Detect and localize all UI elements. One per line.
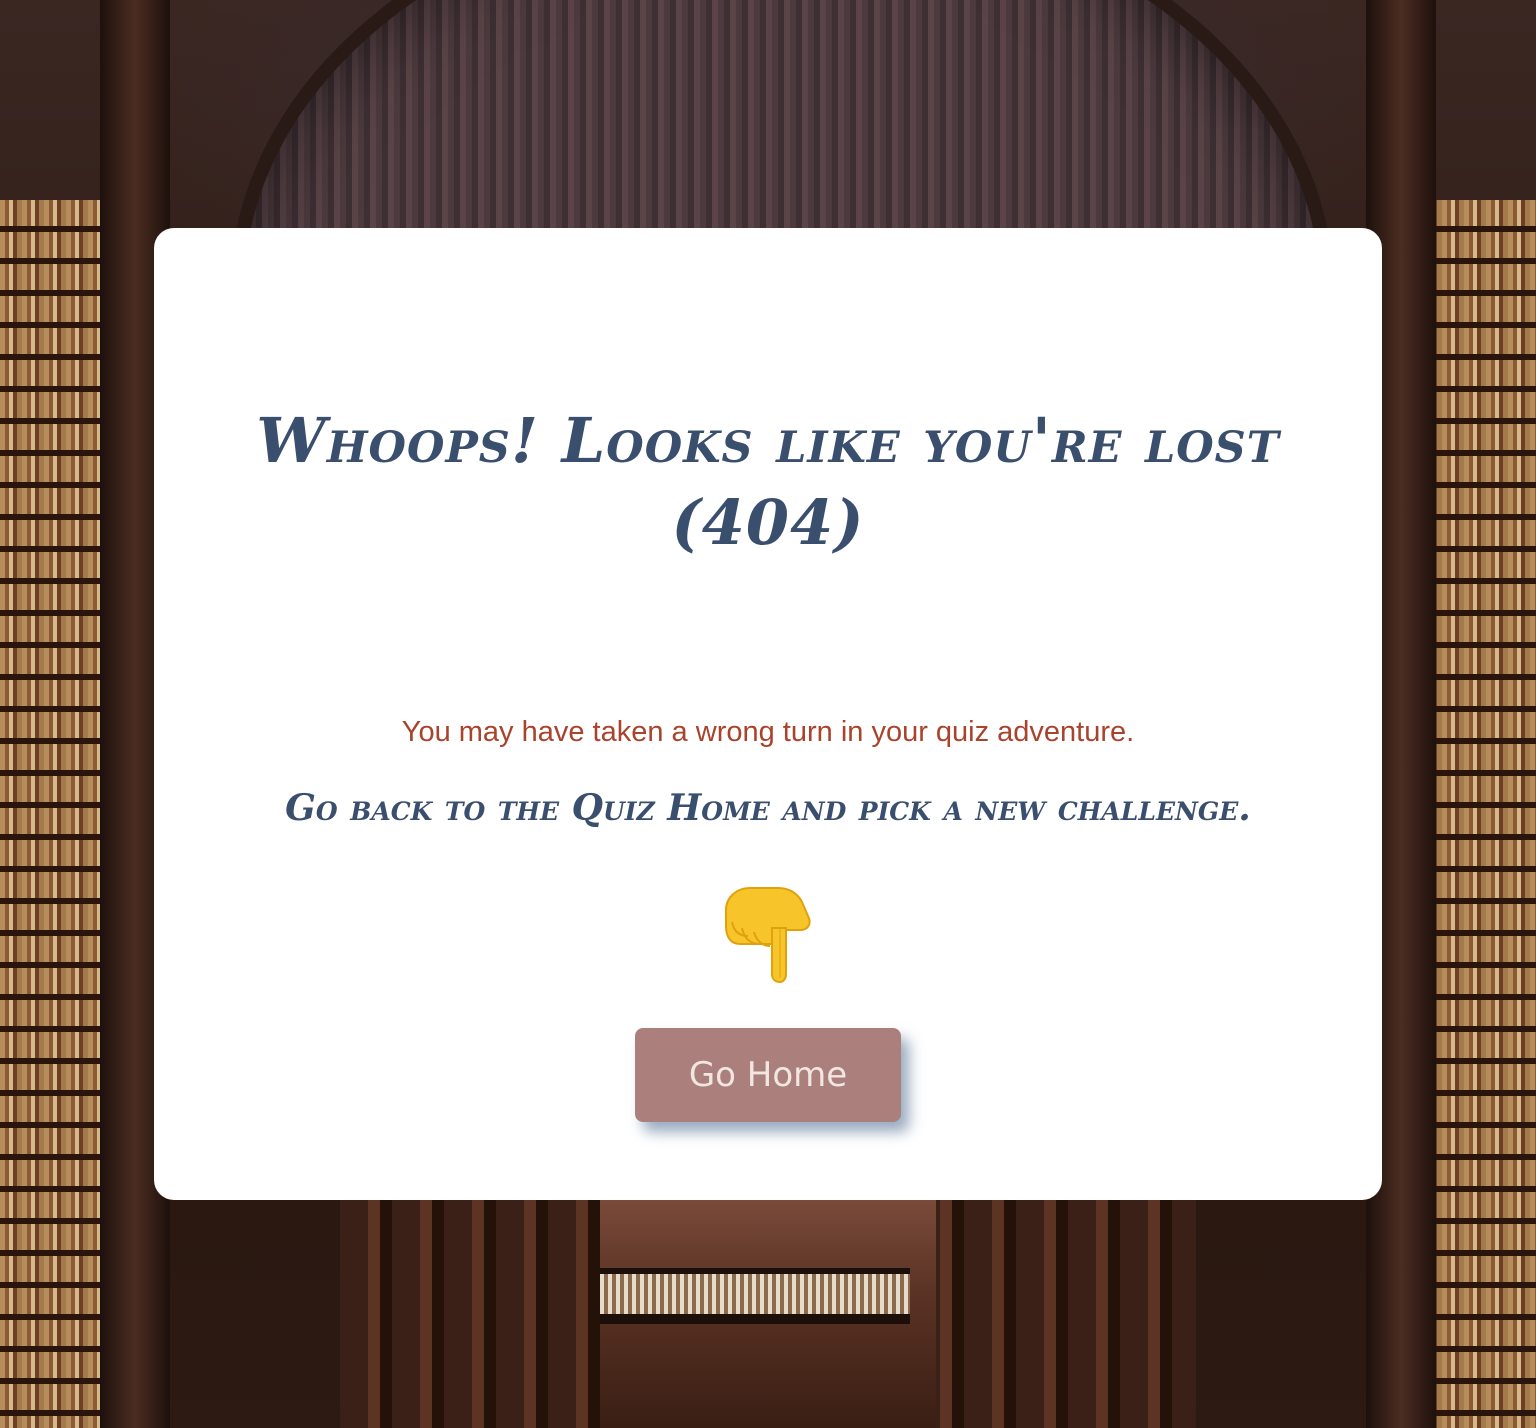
corridor-balcony [600, 1268, 910, 1324]
call-to-action-text: Go back to the Quiz Home and pick a new … [285, 787, 1251, 829]
backhand-index-pointing-down-icon [720, 880, 816, 984]
error-title: Whoops! Looks like you're lost (404) [256, 404, 1280, 559]
error-card: Whoops! Looks like you're lost (404) You… [154, 228, 1382, 1200]
error-message: You may have taken a wrong turn in your … [401, 716, 1135, 748]
go-home-button[interactable]: Go Home [635, 1028, 901, 1122]
